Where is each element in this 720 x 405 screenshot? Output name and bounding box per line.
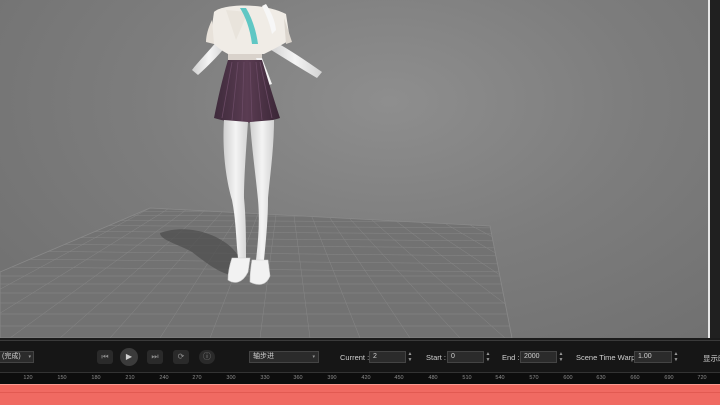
play-icon: ▶ — [125, 352, 133, 361]
viewport-border — [708, 0, 720, 338]
ruler-tick: 420 — [361, 375, 371, 381]
end-frame-stepper[interactable]: ▲ ▼ — [557, 351, 565, 363]
ruler-tick: 150 — [57, 375, 67, 381]
ruler-tick: 180 — [91, 375, 101, 381]
scene-time-warp-label: Scene Time Warp — [576, 353, 636, 362]
timeline-ruler[interactable]: 120 150 180 210 240 270 300 330 360 390 … — [0, 372, 720, 384]
ruler-tick: 210 — [125, 375, 135, 381]
ruler-tick: 630 — [596, 375, 606, 381]
end-frame-label: End : — [502, 353, 520, 362]
ground-grid — [0, 207, 513, 338]
mode-dropdown[interactable]: (完成) ▾ — [0, 351, 34, 363]
start-frame-label: Start : — [426, 353, 447, 362]
ruler-tick: 270 — [192, 375, 202, 381]
ruler-tick: 330 — [260, 375, 270, 381]
ruler-tick: 510 — [462, 375, 472, 381]
ruler-tick: 660 — [630, 375, 640, 381]
skip-back-icon: ⏮ — [101, 352, 109, 361]
interpolation-dropdown-value: 轴步进 — [253, 353, 274, 360]
ruler-tick: 120 — [23, 375, 33, 381]
ruler-tick: 480 — [428, 375, 438, 381]
loop-icon: ⟳ — [177, 352, 185, 361]
ruler-tick: 570 — [529, 375, 539, 381]
ruler-tick: 240 — [159, 375, 169, 381]
info-icon: ⓘ — [203, 352, 211, 361]
ruler-tick: 540 — [495, 375, 505, 381]
track-divider — [0, 392, 720, 393]
ruler-tick: 720 — [697, 375, 707, 381]
skip-back-button[interactable]: ⏮ — [97, 350, 113, 364]
start-frame-stepper[interactable]: ▲ ▼ — [484, 351, 492, 363]
ruler-tick: 390 — [327, 375, 337, 381]
ruler-tick: 690 — [664, 375, 674, 381]
chevron-down-icon: ▾ — [312, 354, 315, 360]
skip-forward-icon: ⏭ — [151, 352, 159, 361]
scene-time-warp-input[interactable]: 1.00 — [634, 351, 672, 363]
ruler-tick: 360 — [293, 375, 303, 381]
current-frame-input[interactable]: 2 — [369, 351, 406, 363]
start-frame-input[interactable]: 0 — [447, 351, 484, 363]
mode-dropdown-value: (完成) — [2, 353, 21, 360]
3d-viewport[interactable] — [0, 0, 708, 338]
current-frame-stepper[interactable]: ▲ ▼ — [406, 351, 414, 363]
ruler-tick: 600 — [563, 375, 573, 381]
play-button[interactable]: ▶ — [120, 348, 138, 366]
end-frame-input[interactable]: 2000 — [520, 351, 557, 363]
display-label: 显示时 — [703, 354, 720, 363]
scene-time-warp-stepper[interactable]: ▲ ▼ — [672, 351, 680, 363]
ruler-tick: 300 — [226, 375, 236, 381]
ruler-tick: 450 — [394, 375, 404, 381]
skip-forward-button[interactable]: ⏭ — [147, 350, 163, 364]
loop-button[interactable]: ⟳ — [173, 350, 189, 364]
interpolation-dropdown[interactable]: 轴步进 ▾ — [249, 351, 319, 363]
animation-track[interactable] — [0, 384, 720, 405]
scene-canvas — [0, 4, 513, 338]
chevron-down-icon: ▾ — [28, 354, 31, 360]
current-frame-label: Current : — [340, 353, 370, 362]
info-button[interactable]: ⓘ — [199, 350, 215, 364]
animation-control-bar: (完成) ▾ ⏮ ▶ ⏭ ⟳ ⓘ 轴步进 ▾ Current : 2 ▲ ▼ St… — [0, 340, 720, 372]
